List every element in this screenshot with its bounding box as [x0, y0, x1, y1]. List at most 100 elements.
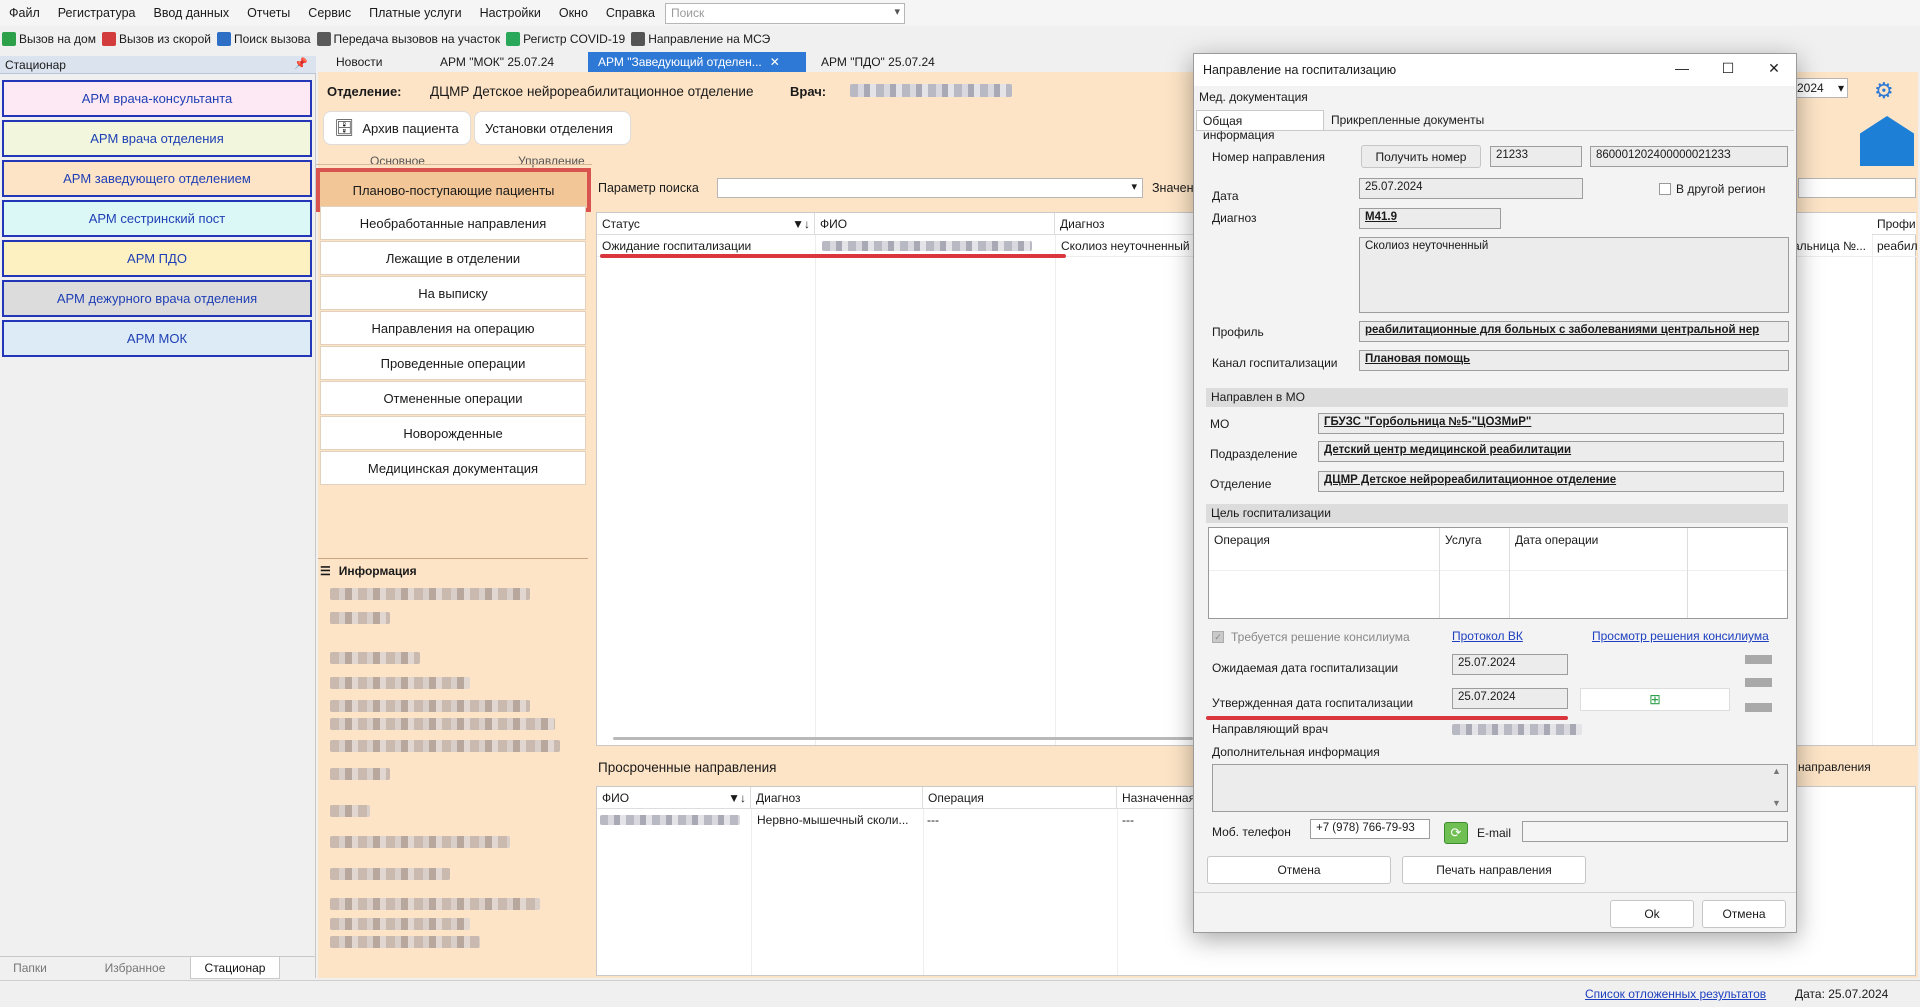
col-fio[interactable]: ФИО ▼↓	[597, 787, 751, 809]
pin-icon[interactable]: 📌	[294, 57, 308, 70]
tab-pdo[interactable]: АРМ "ПДО" 25.07.24	[811, 52, 945, 72]
diagnosis-text-field[interactable]: Сколиоз неуточненный	[1359, 237, 1789, 313]
tab-news[interactable]: Новости	[326, 52, 392, 72]
scroll-up-icon[interactable]: ▲	[1772, 766, 1781, 776]
col-diagnosis[interactable]: Диагноз	[751, 787, 923, 809]
dept-field[interactable]: ДЦМР Детское нейрореабилитационное отдел…	[1318, 471, 1784, 492]
filter-sort-icon[interactable]: ▼↓	[728, 787, 746, 809]
minimize-icon[interactable]: —	[1672, 60, 1692, 80]
close-icon[interactable]: ✕	[1764, 60, 1784, 80]
deferred-results-link[interactable]: Список отложенных результатов	[1585, 987, 1766, 1001]
tab-stationar[interactable]: Стационар	[190, 957, 280, 979]
small-action-button[interactable]	[1745, 655, 1772, 664]
arm-button[interactable]: АРМ заведующего отделением	[2, 160, 312, 197]
diagnosis-code-field[interactable]: M41.9	[1359, 208, 1501, 229]
nav-item[interactable]: Проведенные операции	[320, 346, 586, 380]
tab-general-info[interactable]: Общая информация	[1196, 110, 1324, 142]
tab-favorites[interactable]: Избранное	[95, 957, 175, 979]
menu-item[interactable]: Сервис	[299, 0, 360, 26]
toolbar-button[interactable]: Регистр COVID-19	[506, 32, 625, 46]
menu-item[interactable]: Файл	[0, 0, 49, 26]
toolbar-button[interactable]: Передача вызовов на участок	[316, 32, 500, 46]
toolbar-button[interactable]: Направление на МСЭ	[631, 32, 770, 46]
filter-sort-icon[interactable]: ▼↓	[792, 213, 810, 235]
arm-button[interactable]: АРМ МОК	[2, 320, 312, 357]
maximize-icon[interactable]: ☐	[1718, 60, 1738, 80]
view-consilium-link[interactable]: Просмотр решения консилиума	[1592, 629, 1769, 643]
email-field[interactable]	[1522, 821, 1788, 842]
other-region-checkbox[interactable]	[1659, 183, 1671, 195]
menu-item[interactable]: Окно	[550, 0, 597, 26]
menu-item[interactable]: Настройки	[471, 0, 550, 26]
tab-attached-docs[interactable]: Прикрепленные документы	[1327, 113, 1488, 127]
extra-info-field[interactable]	[1212, 764, 1788, 812]
subdivision-field[interactable]: Детский центр медицинской реабилитации	[1318, 441, 1784, 462]
menu-item[interactable]: Регистратура	[49, 0, 145, 26]
nav-item[interactable]: Медицинская документация	[320, 451, 586, 485]
arm-button[interactable]: АРМ ПДО	[2, 240, 312, 277]
tab-head-dept[interactable]: АРМ "Заведующий отделен... ✕	[588, 52, 806, 72]
year-select[interactable]: 2024 ▾	[1792, 78, 1848, 98]
number2-field[interactable]: 86000120240000002123З	[1590, 146, 1788, 167]
col-fio[interactable]: ФИО	[815, 213, 1055, 235]
add-bed-icon[interactable]: ⊞	[1580, 688, 1730, 711]
small-action-button[interactable]	[1745, 703, 1772, 712]
menu-item[interactable]: Отчеты	[238, 0, 299, 26]
channel-field[interactable]: Плановая помощь	[1359, 350, 1789, 371]
approved-date-field[interactable]: 25.07.2024	[1452, 688, 1568, 709]
dept-settings-button[interactable]: Установки отделения	[474, 111, 631, 145]
col-service[interactable]: Услуга	[1445, 533, 1482, 547]
nav-item[interactable]: Необработанные направления	[320, 206, 586, 240]
col-operation[interactable]: Операция	[923, 787, 1117, 809]
menu-item[interactable]: Справка	[597, 0, 664, 26]
arm-button[interactable]: АРМ дежурного врача отделения	[2, 280, 312, 317]
inner-cancel-button[interactable]: Отмена	[1207, 856, 1391, 884]
arm-button[interactable]: АРМ врача отделения	[2, 120, 312, 157]
nav-item[interactable]: Новорожденные	[320, 416, 586, 450]
get-number-button[interactable]: Получить номер	[1361, 145, 1481, 168]
profile-field[interactable]: реабилитационные для больных с заболеван…	[1359, 321, 1789, 342]
close-icon[interactable]: ✕	[770, 55, 780, 69]
tab-folders[interactable]: Папки	[0, 957, 60, 979]
ok-button[interactable]: Ok	[1610, 900, 1694, 928]
col-op-date[interactable]: Дата операции	[1515, 533, 1598, 547]
nav-item[interactable]: Направления на операцию	[320, 311, 586, 345]
toolbar-button[interactable]: Поиск вызова	[216, 32, 311, 46]
tab-mok[interactable]: АРМ "МОК" 25.07.24	[430, 52, 564, 72]
chevron-down-icon[interactable]: ▾	[1838, 81, 1844, 95]
gear-icon[interactable]: ⚙	[1874, 78, 1894, 104]
chevron-down-icon[interactable]: ▾	[1131, 180, 1137, 193]
archive-button[interactable]: 🗄 Архив пациента	[323, 111, 471, 145]
menu-item[interactable]: Ввод данных	[145, 0, 239, 26]
toolbar-button[interactable]: Вызов на дом	[2, 32, 96, 46]
value-input[interactable]	[1798, 178, 1916, 198]
house-check-icon	[2, 32, 16, 46]
mo-field[interactable]: ГБУЗС "Горбольница №5-"ЦОЗМиР"	[1318, 413, 1784, 434]
date-field[interactable]: 25.07.2024	[1359, 178, 1583, 199]
search-input[interactable]: Поиск ▾	[665, 3, 905, 24]
refresh-icon[interactable]: ⟳	[1444, 822, 1468, 844]
chevron-down-icon[interactable]: ▾	[894, 5, 900, 18]
toolbar-button[interactable]: Вызов из скорой	[101, 32, 211, 46]
phone-field[interactable]: +7 (978) 766-79-93	[1310, 819, 1430, 839]
cancel-button[interactable]: Отмена	[1702, 900, 1786, 928]
menu-item[interactable]: Платные услуги	[360, 0, 470, 26]
col-profile[interactable]: Профи	[1872, 213, 1916, 235]
arm-button[interactable]: АРМ сестринский пост	[2, 200, 312, 237]
nav-item[interactable]: Лежащие в отделении	[320, 241, 586, 275]
protocol-link[interactable]: Протокол ВК	[1452, 629, 1523, 643]
col-status[interactable]: Статус ▼↓	[597, 213, 815, 235]
nav-item[interactable]: На выписку	[320, 276, 586, 310]
col-operation[interactable]: Операция	[1214, 533, 1270, 547]
print-referral-button[interactable]: Печать направления	[1402, 856, 1586, 884]
small-action-button[interactable]	[1745, 678, 1772, 687]
expected-date-field[interactable]: 25.07.2024	[1452, 654, 1568, 675]
number1-field[interactable]: 21233	[1490, 146, 1582, 167]
scroll-down-icon[interactable]: ▼	[1772, 798, 1781, 808]
date-label: Дата	[1212, 189, 1239, 203]
horizontal-scrollbar[interactable]	[613, 737, 1193, 740]
consilium-checkbox[interactable]: ✓	[1212, 631, 1224, 643]
search-param-select[interactable]: ▾	[717, 178, 1143, 198]
arm-button[interactable]: АРМ врача-консультанта	[2, 80, 312, 117]
nav-item[interactable]: Отмененные операции	[320, 381, 586, 415]
